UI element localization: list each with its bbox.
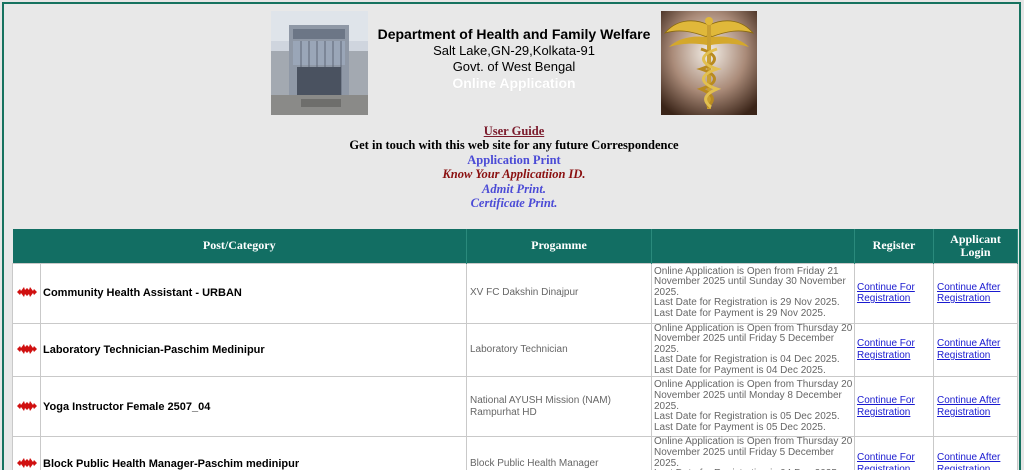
programme-name: Block Public Health Manager <box>466 436 652 470</box>
department-title: Department of Health and Family Welfare <box>377 26 651 42</box>
payment-deadline: Last Date for Payment is 04 Dec 2025. <box>654 364 826 376</box>
login-cell: Continue After Registration <box>933 436 1018 470</box>
register-cell: Continue For Registration <box>854 436 934 470</box>
correspondence-note: Get in touch with this web site for any … <box>349 138 679 153</box>
register-cell: Continue For Registration <box>854 322 934 378</box>
programme-name: XV FC Dakshin Dinajpur <box>466 262 652 324</box>
register-cell: Continue For Registration <box>854 376 934 438</box>
schedule-info: Online Application is Open from Friday 2… <box>651 262 855 324</box>
post-name: Community Health Assistant - URBAN <box>40 262 467 324</box>
schedule-info: Online Application is Open from Thursday… <box>651 322 855 378</box>
open-period: Online Application is Open from Thursday… <box>654 436 853 469</box>
know-application-id-link[interactable]: Know Your Applicatiion ID. <box>442 167 585 181</box>
continue-after-registration-link[interactable]: Continue After Registration <box>937 452 1000 470</box>
application-print-link[interactable]: Application Print <box>467 153 560 167</box>
payment-deadline: Last Date for Payment is 05 Dec 2025. <box>654 421 826 433</box>
applicant-login-header: Applicant Login <box>933 229 1018 263</box>
new-star-icon <box>16 457 37 468</box>
payment-deadline: Last Date for Payment is 29 Nov 2025. <box>654 307 826 319</box>
new-star-icon <box>16 343 37 354</box>
table-header-row: Post/Category Progamme Register Applican… <box>12 229 1018 263</box>
open-period: Online Application is Open from Thursday… <box>654 322 853 355</box>
continue-registration-link[interactable]: Continue For Registration <box>857 452 915 470</box>
post-name: Block Public Health Manager-Paschim medi… <box>40 436 467 470</box>
posts-table: Post/Category Progamme Register Applican… <box>12 229 1018 470</box>
schedule-info: Online Application is Open from Thursday… <box>651 436 855 470</box>
user-guide-link[interactable]: User Guide <box>484 124 545 138</box>
programme-name: National AYUSH Mission (NAM) Rampurhat H… <box>466 376 652 438</box>
address-line: Salt Lake,GN-29,Kolkata-91 <box>433 43 595 58</box>
post-name: Yoga Instructor Female 2507_04 <box>40 376 467 438</box>
table-row: Yoga Instructor Female 2507_04 National … <box>12 376 1018 438</box>
quick-links: User Guide Get in touch with this web si… <box>4 124 1019 210</box>
page-frame: Department of Health and Family Welfare … <box>2 2 1021 470</box>
new-badge-cell <box>12 322 41 378</box>
new-star-icon <box>16 287 37 297</box>
online-application-label: Online Application <box>452 75 576 91</box>
new-badge-cell <box>12 262 41 324</box>
continue-registration-link[interactable]: Continue For Registration <box>857 338 915 361</box>
table-row: Laboratory Technician-Paschim Medinipur … <box>12 322 1018 378</box>
programme-header: Progamme <box>466 229 652 263</box>
table-row: Community Health Assistant - URBAN XV FC… <box>12 262 1018 324</box>
table-row: Block Public Health Manager-Paschim medi… <box>12 436 1018 470</box>
login-cell: Continue After Registration <box>933 322 1018 378</box>
caduceus-emblem <box>661 11 757 115</box>
post-category-header: Post/Category <box>12 229 467 263</box>
schedule-info: Online Application is Open from Thursday… <box>651 376 855 438</box>
continue-registration-link[interactable]: Continue For Registration <box>857 395 915 418</box>
login-cell: Continue After Registration <box>933 262 1018 324</box>
open-period: Online Application is Open from Thursday… <box>654 379 853 412</box>
register-cell: Continue For Registration <box>854 262 934 324</box>
new-badge-cell <box>12 436 41 470</box>
programme-name: Laboratory Technician <box>466 322 652 378</box>
info-header <box>651 229 855 263</box>
register-header: Register <box>854 229 934 263</box>
building-photo <box>271 11 368 115</box>
continue-after-registration-link[interactable]: Continue After Registration <box>937 338 1000 361</box>
new-star-icon <box>16 400 37 411</box>
continue-after-registration-link[interactable]: Continue After Registration <box>937 395 1000 418</box>
login-cell: Continue After Registration <box>933 376 1018 438</box>
admit-print-link[interactable]: Admit Print. <box>482 182 546 196</box>
continue-registration-link[interactable]: Continue For Registration <box>857 282 915 305</box>
govt-line: Govt. of West Bengal <box>452 59 576 74</box>
continue-after-registration-link[interactable]: Continue After Registration <box>937 282 1000 305</box>
header-text: Department of Health and Family Welfare … <box>374 26 654 92</box>
open-period: Online Application is Open from Friday 2… <box>654 265 846 298</box>
post-name: Laboratory Technician-Paschim Medinipur <box>40 322 467 378</box>
certificate-print-link[interactable]: Certificate Print. <box>471 196 558 210</box>
new-badge-cell <box>12 376 41 438</box>
